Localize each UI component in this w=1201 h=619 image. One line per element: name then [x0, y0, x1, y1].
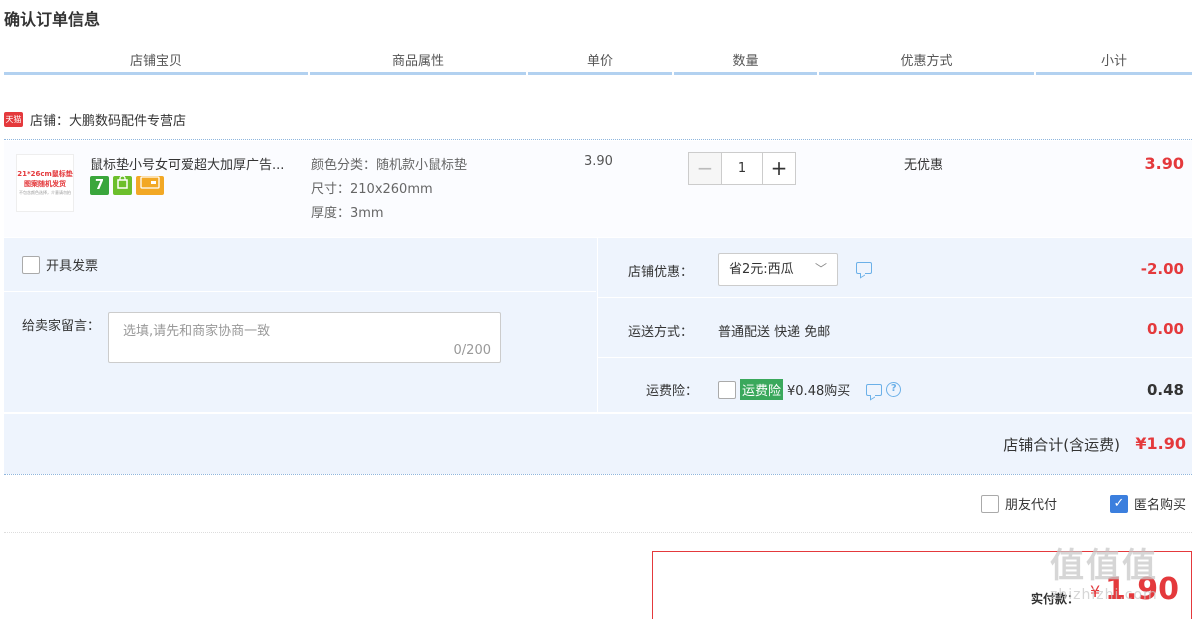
shop-discount-select[interactable]: 省2元:西瓜 ﹀ — [718, 253, 838, 286]
attr-size: 尺寸：210x260mm — [311, 182, 433, 197]
insurance-badge: 运费险 — [740, 379, 784, 400]
column-header-product: 店铺宝贝 — [4, 52, 308, 75]
shipping-value: 普通配送 快递 免邮 — [718, 325, 831, 340]
shipping-label: 运送方式： — [628, 325, 694, 340]
watermark-url: zhizhizhi.com — [1050, 587, 1158, 603]
insurance-checkbox[interactable] — [718, 380, 736, 399]
insurance-price: ¥0.48购买 — [787, 384, 851, 399]
message-label: 给卖家留言： — [22, 319, 101, 334]
shipping-row: 运送方式： 普通配送 快递 免邮 0.00 — [598, 299, 1192, 358]
service-icons: 7 — [90, 175, 164, 195]
divider — [4, 474, 1192, 475]
column-header-price: 单价 — [528, 52, 672, 75]
order-options: 开具发票 给卖家留言： 选填,请先和商家协商一致 0/200 店铺优惠： 省2元… — [4, 238, 1192, 412]
seller-message-input[interactable]: 选填,请先和商家协商一致 0/200 — [108, 312, 501, 363]
page-title: 确认订单信息 — [4, 10, 101, 29]
column-header-discount: 优惠方式 — [819, 52, 1034, 75]
unit-price: 3.90 — [584, 154, 613, 169]
column-headers: 店铺宝贝 商品属性 单价 数量 优惠方式 小计 — [4, 52, 1192, 78]
product-title[interactable]: 鼠标垫小号女可爱超大加厚广告... — [90, 154, 306, 173]
chat-icon[interactable] — [866, 383, 883, 396]
product-attributes: 颜色分类：随机款小鼠标垫 尺寸：210x260mm 厚度：3mm — [311, 154, 467, 226]
insurance-amount: 0.48 — [1146, 381, 1184, 399]
invoice-label[interactable]: 开具发票 — [46, 255, 98, 274]
anonymous-checkbox[interactable]: ✓ — [1110, 494, 1128, 513]
friend-pay-label[interactable]: 朋友代付 — [1005, 494, 1057, 513]
thumb-text-note: 不包含颜色选择，介意请勿拍 — [19, 190, 71, 195]
quantity-stepper: − 1 + — [688, 152, 796, 185]
attr-thickness: 厚度：3mm — [311, 206, 384, 221]
column-header-attributes: 商品属性 — [310, 52, 526, 75]
watermark: 值值值 zhizhizhi.com — [1050, 538, 1190, 618]
help-icon[interactable]: ? — [886, 382, 902, 397]
shop-total-amount: ¥1.90 — [1135, 434, 1186, 453]
thumb-text-random: 图案随机发货 — [24, 180, 66, 188]
divider — [4, 532, 1192, 533]
message-placeholder: 选填,请先和商家协商一致 — [123, 324, 271, 339]
watermark-logo: 值值值 — [1050, 546, 1158, 586]
friend-pay-checkbox[interactable] — [981, 494, 999, 513]
credit-card-icon[interactable] — [136, 176, 164, 195]
invoice-section: 开具发票 — [4, 238, 596, 292]
chat-icon[interactable] — [856, 262, 872, 274]
message-char-count: 0/200 — [453, 343, 491, 358]
quantity-increase-button[interactable]: + — [762, 152, 796, 185]
discount-method: 无优惠 — [904, 158, 944, 173]
message-section: 给卖家留言： 选填,请先和商家协商一致 0/200 — [4, 293, 596, 412]
divider — [4, 139, 1192, 140]
quantity-decrease-button[interactable]: − — [688, 152, 722, 185]
shop-name[interactable]: 店铺：大鹏数码配件专营店 — [30, 110, 186, 129]
order-item-row: 21*26cm鼠标垫 图案随机发货 不包含颜色选择，介意请勿拍 鼠标垫小号女可爱… — [4, 141, 1192, 237]
product-thumbnail[interactable]: 21*26cm鼠标垫 图案随机发货 不包含颜色选择，介意请勿拍 — [16, 154, 74, 212]
attr-color: 颜色分类：随机款小鼠标垫 — [311, 158, 468, 173]
shopping-bag-icon[interactable] — [113, 175, 132, 195]
column-header-subtotal: 小计 — [1036, 52, 1192, 75]
item-subtotal: 3.90 — [1144, 154, 1184, 173]
shipping-amount: 0.00 — [1146, 320, 1184, 338]
column-header-quantity: 数量 — [674, 52, 817, 75]
anonymous-label[interactable]: 匿名购买 — [1134, 494, 1186, 513]
seven-day-return-icon[interactable]: 7 — [90, 176, 109, 195]
insurance-row: 运费险： 运费险 ¥0.48购买 ? 0.48 — [598, 359, 1192, 412]
shop-total-label: 店铺合计(含运费) — [1003, 436, 1120, 454]
shop-discount-row: 店铺优惠： 省2元:西瓜 ﹀ -2.00 — [598, 238, 1192, 298]
insurance-label: 运费险： — [646, 384, 699, 399]
shop-discount-label: 店铺优惠： — [628, 265, 694, 280]
quantity-input[interactable]: 1 — [722, 152, 762, 185]
shop-discount-amount: -2.00 — [1140, 260, 1184, 278]
anonymous-option: ✓ 匿名购买 — [1110, 494, 1186, 513]
chevron-down-icon: ﹀ — [814, 262, 827, 276]
shop-header: 天猫 店铺：大鹏数码配件专营店 — [4, 108, 186, 130]
shop-discount-value: 省2元:西瓜 — [729, 262, 794, 277]
shop-total-row: 店铺合计(含运费) ¥1.90 — [4, 413, 1192, 474]
invoice-checkbox[interactable] — [22, 255, 40, 274]
tmall-icon: 天猫 — [4, 111, 23, 127]
thumb-text-size: 21*26cm鼠标垫 — [17, 170, 73, 178]
friend-pay-option: 朋友代付 — [981, 494, 1057, 513]
